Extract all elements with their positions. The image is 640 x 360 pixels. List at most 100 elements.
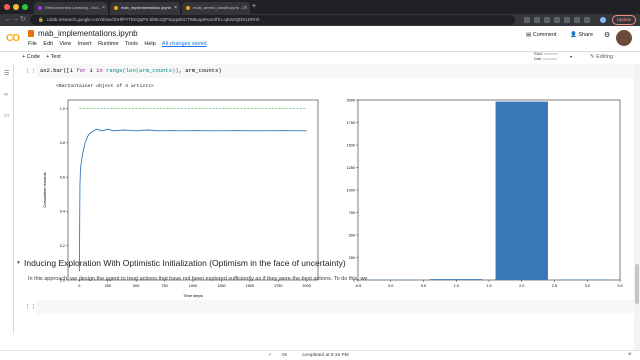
scrollbar-thumb[interactable] xyxy=(635,264,639,304)
elapsed-time: 0s xyxy=(282,353,288,358)
code-snippets-icon[interactable]: ‹› xyxy=(4,92,8,98)
completed-time: completed at 9:16 PM xyxy=(302,353,349,358)
x-tick-label: 250 xyxy=(105,284,111,288)
browser-tab-1[interactable]: Reinforcement Learning - Mul... × xyxy=(34,2,108,14)
close-tab-icon[interactable]: × xyxy=(244,2,247,14)
tab-label: mab_implementations.ipynb xyxy=(121,5,171,10)
x-tick-label: 3.0 xyxy=(585,284,590,288)
url-field[interactable]: 🔒 colab.research.google.com/drive/1hHfPYT… xyxy=(30,15,515,25)
address-bar-row: ← → ↻ 🔒 colab.research.google.com/drive/1… xyxy=(0,14,640,26)
update-button[interactable]: Update xyxy=(612,15,636,25)
drive-notebook-icon xyxy=(28,30,34,37)
notebook-content: [ ] ax2.bar([i for i in range(len(arm_co… xyxy=(14,64,640,360)
editing-mode-button[interactable]: ✎ Editing xyxy=(590,54,613,60)
share-button[interactable]: 👤 Share xyxy=(570,32,593,38)
new-tab-button[interactable]: + xyxy=(252,2,256,12)
maximize-window-dot[interactable] xyxy=(22,4,28,10)
share-label: Share xyxy=(578,32,594,38)
table-of-contents-icon[interactable]: ☰ xyxy=(4,70,9,77)
browser-tab-3[interactable]: multi_armed_bandit.ipynb - C... × xyxy=(182,2,250,14)
ram-bar xyxy=(544,53,559,55)
bar-arm-2 xyxy=(495,101,548,281)
x-tick-label: 1500 xyxy=(246,284,254,288)
x-tick-label: 1000 xyxy=(189,284,197,288)
cumulative-reward-line xyxy=(78,128,307,272)
reload-icon[interactable]: ↻ xyxy=(20,15,26,25)
menu-tools[interactable]: Tools xyxy=(125,41,138,47)
disk-bar xyxy=(543,58,558,60)
resource-dropdown-icon[interactable]: ▾ xyxy=(570,54,572,59)
browser-tab-2[interactable]: mab_implementations.ipynb × xyxy=(110,2,180,14)
extension-icon[interactable] xyxy=(534,17,540,23)
x-tick-label: 2.5 xyxy=(552,284,557,288)
extension-icon[interactable] xyxy=(574,17,580,23)
browser-tabstrip: Reinforcement Learning - Mul... × mab_imp… xyxy=(0,0,640,14)
empty-code-cell[interactable] xyxy=(36,300,636,314)
menu-runtime[interactable]: Runtime xyxy=(98,41,118,47)
y-tick-label: 0.6 xyxy=(60,175,65,179)
avatar[interactable] xyxy=(616,30,632,46)
tab-label: multi_armed_bandit.ipynb - C... xyxy=(193,5,249,10)
extension-icon[interactable] xyxy=(564,17,570,23)
y-axis-label: Cumulative rewards xyxy=(42,172,47,207)
y-tick-label: 1250 xyxy=(347,166,355,170)
bar-arm-1 xyxy=(430,279,483,280)
tab-favicon-icon xyxy=(38,5,42,10)
forward-icon[interactable]: → xyxy=(12,15,19,25)
x-tick-label: 3.5 xyxy=(617,284,622,288)
resource-monitor[interactable]: RAM Disk xyxy=(534,52,559,62)
files-folder-icon[interactable]: ▭ xyxy=(4,112,10,119)
disk-label: Disk xyxy=(534,57,542,61)
x-tick-label: 750 xyxy=(161,284,167,288)
notebook-title[interactable]: mab_implementations.ipynb xyxy=(38,29,138,38)
close-tab-icon[interactable]: × xyxy=(174,2,177,14)
x-tick-label: -0.5 xyxy=(355,284,362,288)
code-keyword: for xyxy=(76,67,87,74)
tab-favicon-icon xyxy=(186,5,190,10)
save-status-link[interactable]: All changes saved xyxy=(162,41,207,47)
y-tick-label: 0.2 xyxy=(60,244,65,248)
extension-icon[interactable] xyxy=(524,17,530,23)
tab-favicon-icon xyxy=(114,5,118,10)
menu-view[interactable]: View xyxy=(59,41,71,47)
y-tick-label: 0.4 xyxy=(60,210,65,214)
plot-frame xyxy=(357,99,621,281)
settings-gear-icon[interactable]: ⚙ xyxy=(604,31,610,39)
close-status-icon[interactable]: × xyxy=(628,352,632,358)
code-cell[interactable]: ax2.bar([i for i in range(len(arm_counts… xyxy=(36,64,636,78)
extension-icon[interactable] xyxy=(554,17,560,23)
x-tick-label: 1.5 xyxy=(486,284,491,288)
extension-icon[interactable] xyxy=(584,17,590,23)
add-text-button[interactable]: + Text xyxy=(46,54,61,60)
notebook-toolbar: + Code + Text RAM Disk ▾ ✎ Editing xyxy=(0,52,640,64)
menu-file[interactable]: File xyxy=(28,41,37,47)
plot-frame xyxy=(67,99,319,281)
comment-icon: ▤ xyxy=(526,32,533,38)
menu-help[interactable]: Help xyxy=(144,41,155,47)
notebook-scrollbar[interactable] xyxy=(634,64,640,350)
menu-bar: File Edit View Insert Runtime Tools Help… xyxy=(28,41,212,47)
y-tick-label: 500 xyxy=(349,233,355,237)
colab-logo[interactable]: CO xyxy=(6,33,20,44)
comment-button[interactable]: ▤ Comment xyxy=(526,32,557,38)
ram-label: RAM xyxy=(534,52,543,56)
code-line: ax2.bar([i for i in range(len(arm_counts… xyxy=(40,67,222,74)
extension-icon[interactable] xyxy=(544,17,550,23)
back-icon[interactable]: ← xyxy=(4,15,11,25)
collapse-section-icon[interactable]: ▼ xyxy=(16,260,21,266)
section-heading: Inducing Exploration With Optimistic Ini… xyxy=(24,258,346,268)
x-tick-label: 1.0 xyxy=(454,284,459,288)
tab-label: Reinforcement Learning - Mul... xyxy=(45,5,102,10)
add-code-button[interactable]: + Code xyxy=(22,54,40,60)
close-tab-icon[interactable]: × xyxy=(102,2,105,14)
code-function: range(len(arm_counts)) xyxy=(102,67,179,74)
close-window-dot[interactable] xyxy=(4,4,10,10)
menu-insert[interactable]: Insert xyxy=(78,41,92,47)
minimize-window-dot[interactable] xyxy=(13,4,19,10)
profile-icon[interactable] xyxy=(600,17,606,23)
empty-cell-bracket[interactable]: [ ] xyxy=(26,304,35,310)
x-tick-label: 1750 xyxy=(274,284,282,288)
menu-edit[interactable]: Edit xyxy=(43,41,52,47)
cell-run-bracket[interactable]: [ ] xyxy=(26,68,35,74)
x-tick-label: 0.5 xyxy=(421,284,426,288)
